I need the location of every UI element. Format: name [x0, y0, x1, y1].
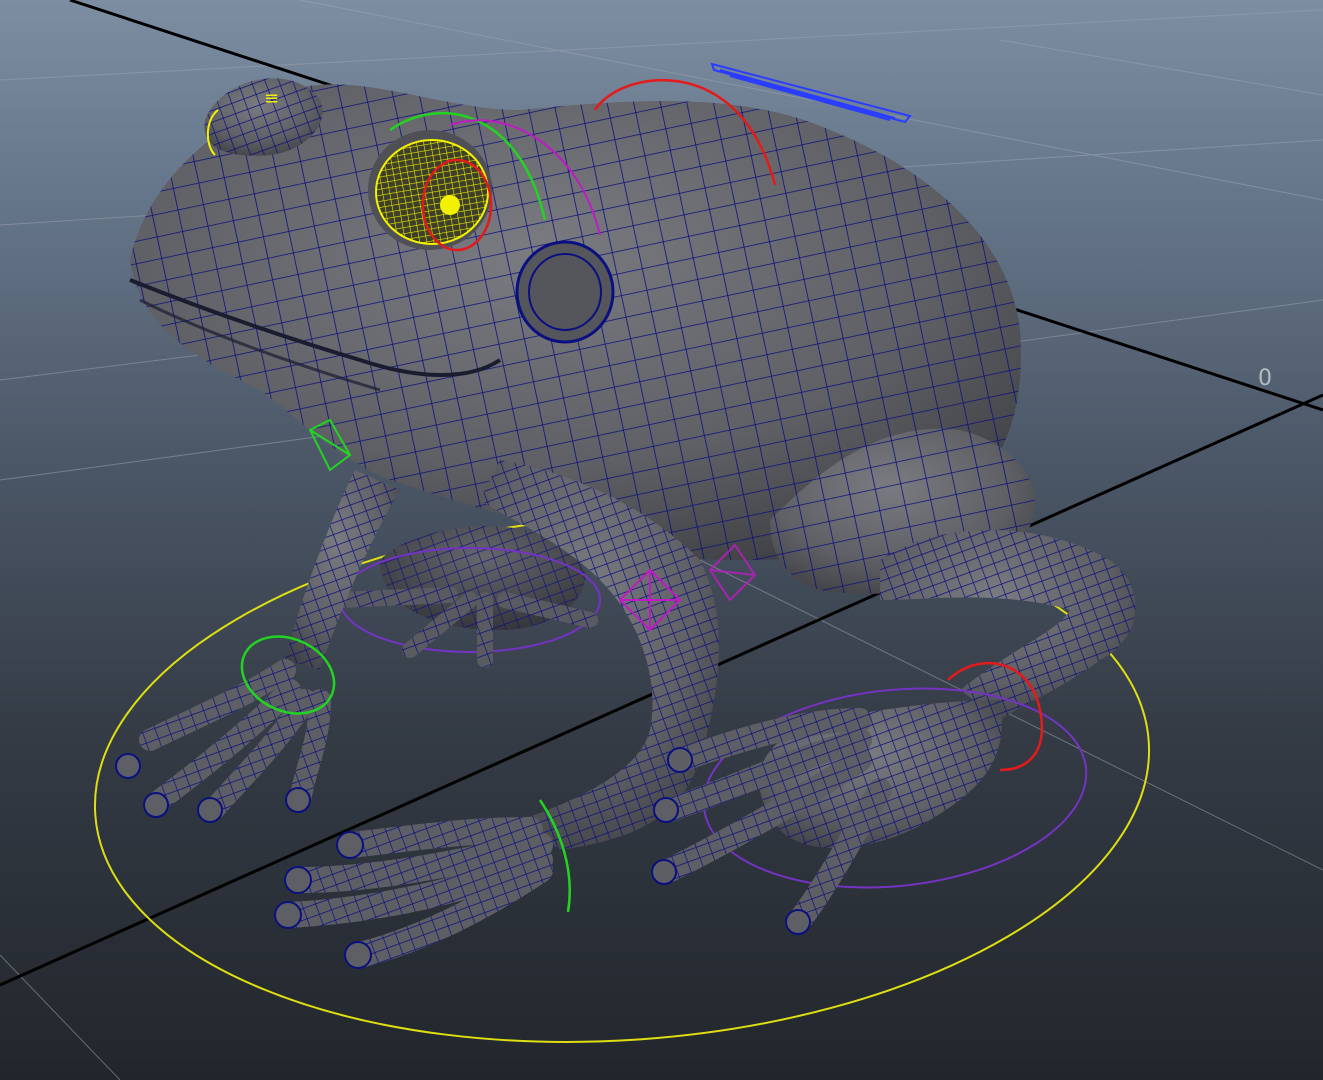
scene-canvas[interactable]: ≡: [0, 0, 1323, 1080]
origin-label: 0: [1258, 366, 1272, 391]
3d-viewport[interactable]: ≡ 0: [0, 0, 1323, 1080]
back-right-foot[interactable]: [651, 661, 1096, 935]
nostril-marker: ≡: [264, 88, 279, 109]
eardrum: [515, 240, 615, 344]
frog-eye[interactable]: [368, 130, 493, 252]
front-left-arm[interactable]: [115, 470, 400, 823]
